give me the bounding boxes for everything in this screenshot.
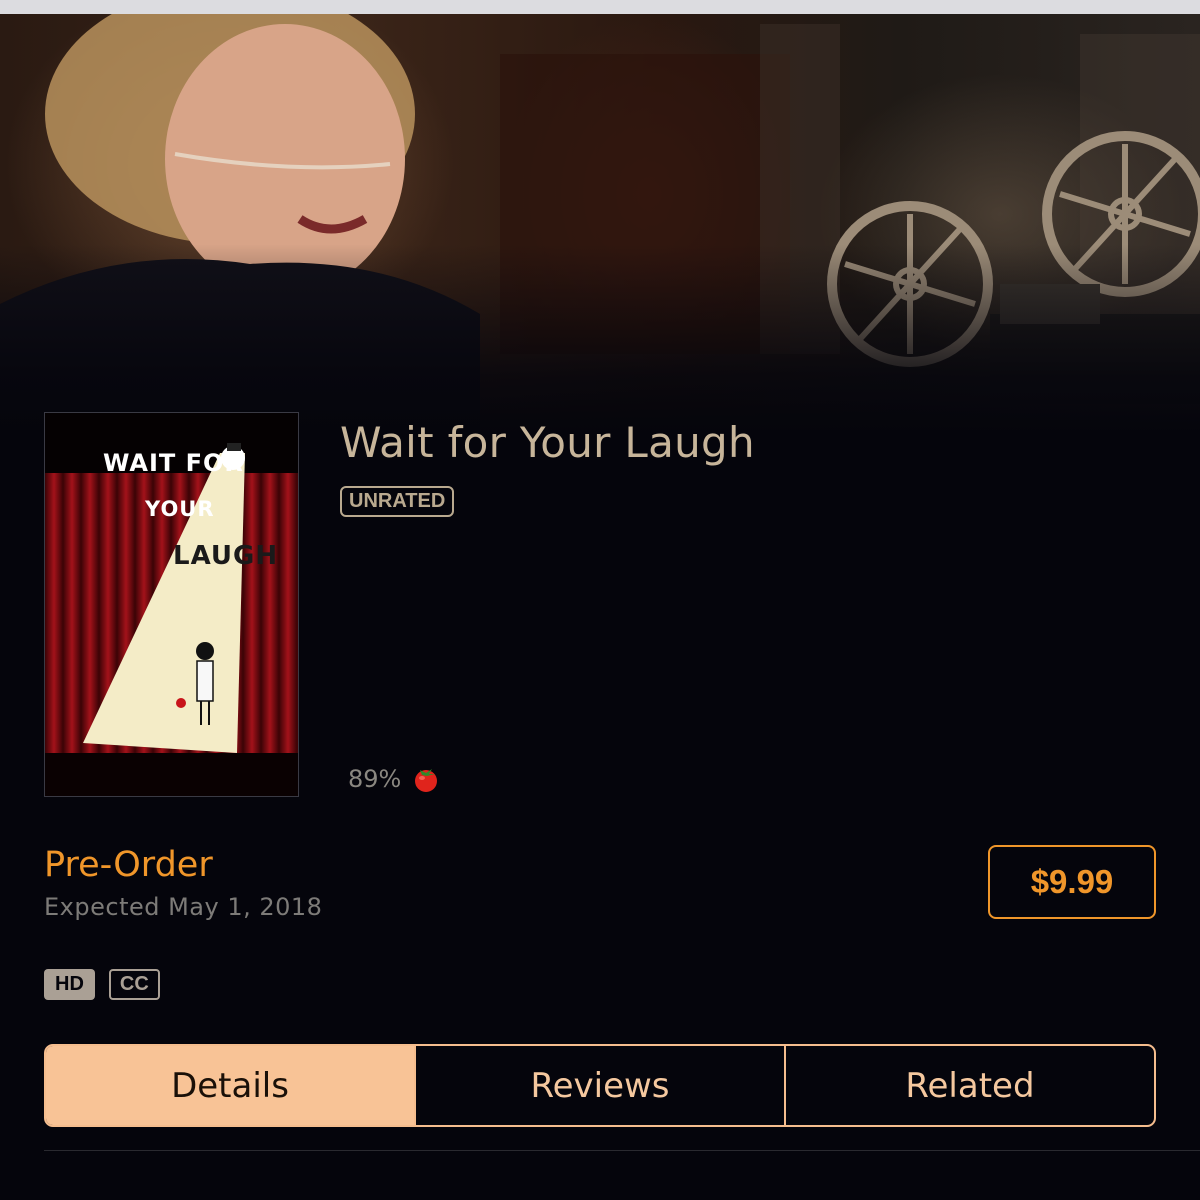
content-rating-badge: UNRATED — [340, 486, 455, 517]
expected-release-date: Expected May 1, 2018 — [44, 893, 323, 921]
critic-score: 89% — [348, 764, 441, 794]
movie-title: Wait for Your Laugh — [340, 418, 755, 467]
poster-title-line1: WAIT FOR — [103, 449, 244, 477]
status-bar-strip — [0, 0, 1200, 14]
divider — [44, 1150, 1200, 1151]
poster-title-line2: YOUR — [145, 497, 215, 521]
critic-score-value: 89% — [348, 765, 402, 793]
hd-badge: HD — [44, 969, 95, 1000]
tab-details[interactable]: Details — [46, 1046, 416, 1125]
cc-badge: CC — [108, 969, 160, 1000]
detail-tabs: Details Reviews Related — [44, 1044, 1156, 1127]
poster-title-line3: LAUGH — [173, 541, 279, 571]
tab-reviews[interactable]: Reviews — [416, 1046, 786, 1125]
format-badges: HD CC — [44, 969, 160, 1000]
buy-price-button[interactable]: $9.99 — [988, 845, 1156, 919]
movie-poster[interactable]: WAIT FOR YOUR LAUGH — [44, 412, 299, 797]
tab-related[interactable]: Related — [786, 1046, 1154, 1125]
tomato-icon — [411, 764, 441, 794]
hero-backdrop-image — [0, 14, 1200, 434]
preorder-status: Pre-Order — [44, 845, 213, 885]
